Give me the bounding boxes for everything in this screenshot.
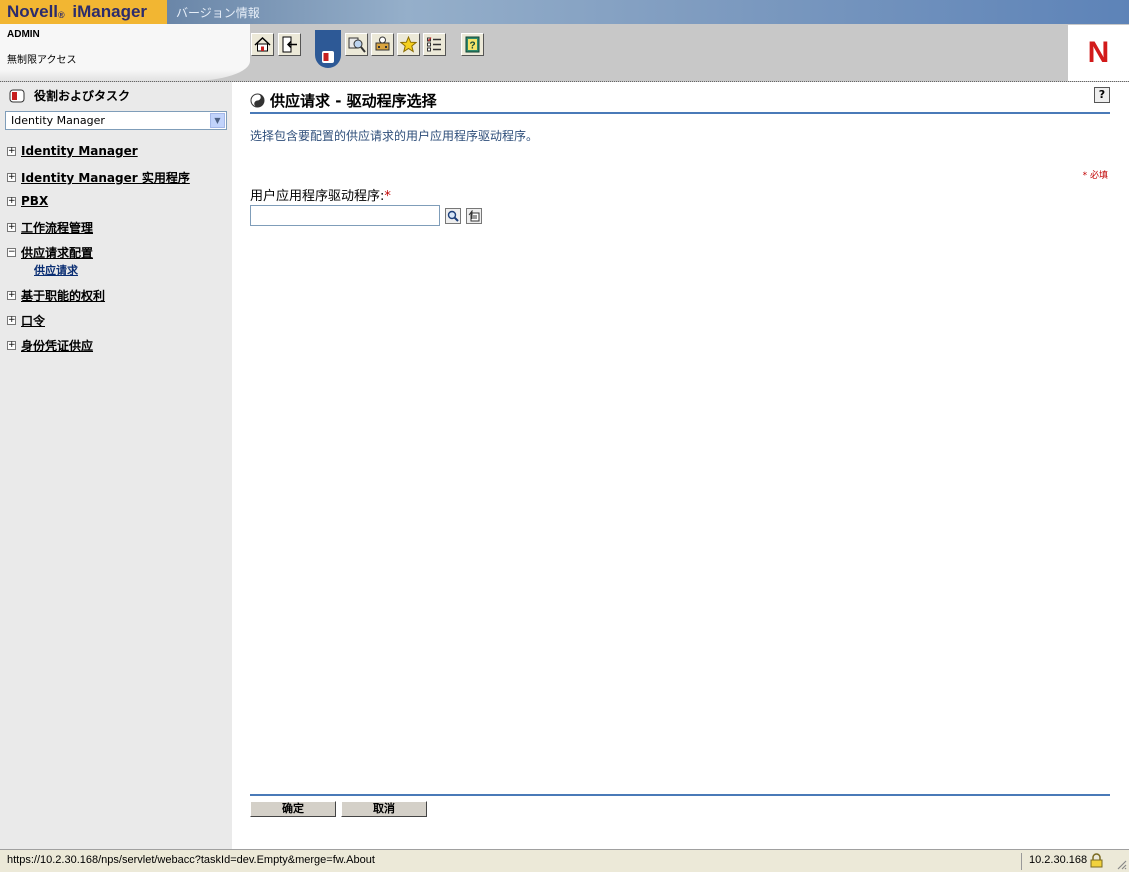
- sidebar-item-identity-manager-utilities[interactable]: + Identity Manager 实用程序: [7, 169, 190, 186]
- sidebar-item-label[interactable]: 基于职能的权利: [21, 287, 105, 304]
- status-bar: https://10.2.30.168/nps/servlet/webacc?t…: [0, 849, 1129, 872]
- app-logo: Novell® iManager: [0, 0, 167, 24]
- sidebar-item-provisioning-config[interactable]: − 供应请求配置: [7, 244, 93, 261]
- status-host: 10.2.30.168: [1029, 854, 1088, 866]
- role-dropdown[interactable]: Identity Manager ▼: [5, 111, 227, 130]
- preferences-button[interactable]: [423, 33, 446, 56]
- help-book-icon: ?: [465, 36, 480, 53]
- expand-icon[interactable]: +: [7, 196, 16, 206]
- sidebar-subitem-provisioning-request[interactable]: 供应请求: [34, 262, 78, 278]
- sidebar-item-workflow[interactable]: + 工作流程管理: [7, 219, 93, 236]
- sidebar: 役割およびタスク Identity Manager ▼ + Identity M…: [0, 82, 232, 849]
- configure-button[interactable]: [371, 33, 394, 56]
- view-objects-icon: [348, 37, 366, 53]
- roles-tasks-icon: [9, 89, 25, 102]
- main-content: 供应请求 - 驱动程序选择 ? 选择包含要配置的供应请求的用户应用程序驱动程序。…: [232, 82, 1129, 849]
- status-divider: [1021, 853, 1022, 870]
- home-button[interactable]: [251, 33, 274, 56]
- sidebar-item-label[interactable]: Identity Manager 实用程序: [21, 169, 190, 186]
- chevron-down-icon[interactable]: ▼: [210, 113, 225, 128]
- sidebar-item-label[interactable]: 供应请求配置: [21, 244, 93, 261]
- roles-tasks-button[interactable]: [315, 30, 341, 68]
- status-url: https://10.2.30.168/nps/servlet/webacc?t…: [7, 854, 375, 866]
- driver-input[interactable]: [250, 205, 440, 226]
- task-icon: [250, 93, 265, 108]
- driver-field-label: 用户应用程序驱动程序:*: [250, 189, 391, 204]
- sidebar-item-label[interactable]: Identity Manager: [21, 144, 138, 158]
- sidebar-item-pbx[interactable]: + PBX: [7, 194, 48, 208]
- user-name: ADMIN: [7, 29, 40, 40]
- history-icon: [468, 210, 480, 222]
- expand-icon[interactable]: +: [7, 146, 16, 156]
- sidebar-item-label[interactable]: 工作流程管理: [21, 219, 93, 236]
- favorites-icon: [400, 36, 417, 53]
- expand-icon[interactable]: +: [7, 341, 16, 350]
- top-banner: バージョン情報: [167, 0, 1129, 24]
- expand-icon[interactable]: +: [7, 316, 16, 325]
- exit-icon: [282, 36, 297, 53]
- home-icon: [254, 37, 271, 52]
- expand-icon[interactable]: +: [7, 291, 16, 300]
- required-marker: *: [384, 189, 391, 204]
- sidebar-item-passwords[interactable]: + 口令: [7, 312, 45, 329]
- cancel-button[interactable]: 取消: [341, 801, 427, 817]
- view-objects-button[interactable]: [345, 33, 368, 56]
- header: Novell® iManager バージョン情報 ADMIN 無制限アクセス ?: [0, 0, 1129, 82]
- sidebar-item-identity-manager[interactable]: + Identity Manager: [7, 144, 138, 158]
- collapse-icon[interactable]: −: [7, 248, 16, 257]
- required-note: * 必填: [1082, 171, 1108, 181]
- novell-logo: N: [1068, 25, 1129, 81]
- resize-grip-icon[interactable]: [1115, 858, 1127, 870]
- ok-button[interactable]: 确定: [250, 801, 336, 817]
- expand-icon[interactable]: +: [7, 223, 16, 232]
- object-history-button[interactable]: [466, 208, 482, 224]
- object-selector-button[interactable]: [445, 208, 461, 224]
- sidebar-item-credential-provisioning[interactable]: + 身份凭证供应: [7, 337, 93, 354]
- sidebar-item-label[interactable]: PBX: [21, 194, 48, 208]
- expand-icon[interactable]: +: [7, 173, 16, 182]
- exit-button[interactable]: [278, 33, 301, 56]
- sidebar-item-label[interactable]: 身份凭证供应: [21, 337, 93, 354]
- sidebar-item-label[interactable]: 口令: [21, 312, 45, 329]
- preferences-icon: [427, 37, 441, 52]
- help-button[interactable]: ?: [1094, 87, 1110, 103]
- favorites-button[interactable]: [397, 33, 420, 56]
- roles-tasks-icon: [322, 51, 334, 63]
- title-divider: [250, 112, 1110, 114]
- help-book-button[interactable]: ?: [461, 33, 484, 56]
- sidebar-item-role-based-entitlements[interactable]: + 基于职能的权利: [7, 287, 105, 304]
- page-title: 供应请求 - 驱动程序选择: [250, 90, 437, 111]
- about-link[interactable]: バージョン情報: [176, 4, 260, 21]
- svg-text:?: ?: [469, 41, 475, 52]
- lock-icon: [1090, 853, 1103, 868]
- page-description: 选择包含要配置的供应请求的用户应用程序驱动程序。: [250, 129, 539, 143]
- search-icon: [447, 210, 459, 222]
- user-access-level: 無制限アクセス: [7, 55, 77, 66]
- sidebar-title: 役割およびタスク: [9, 87, 130, 104]
- footer-divider: [250, 794, 1110, 796]
- user-panel: ADMIN 無制限アクセス: [0, 24, 250, 81]
- configure-icon: [375, 36, 390, 51]
